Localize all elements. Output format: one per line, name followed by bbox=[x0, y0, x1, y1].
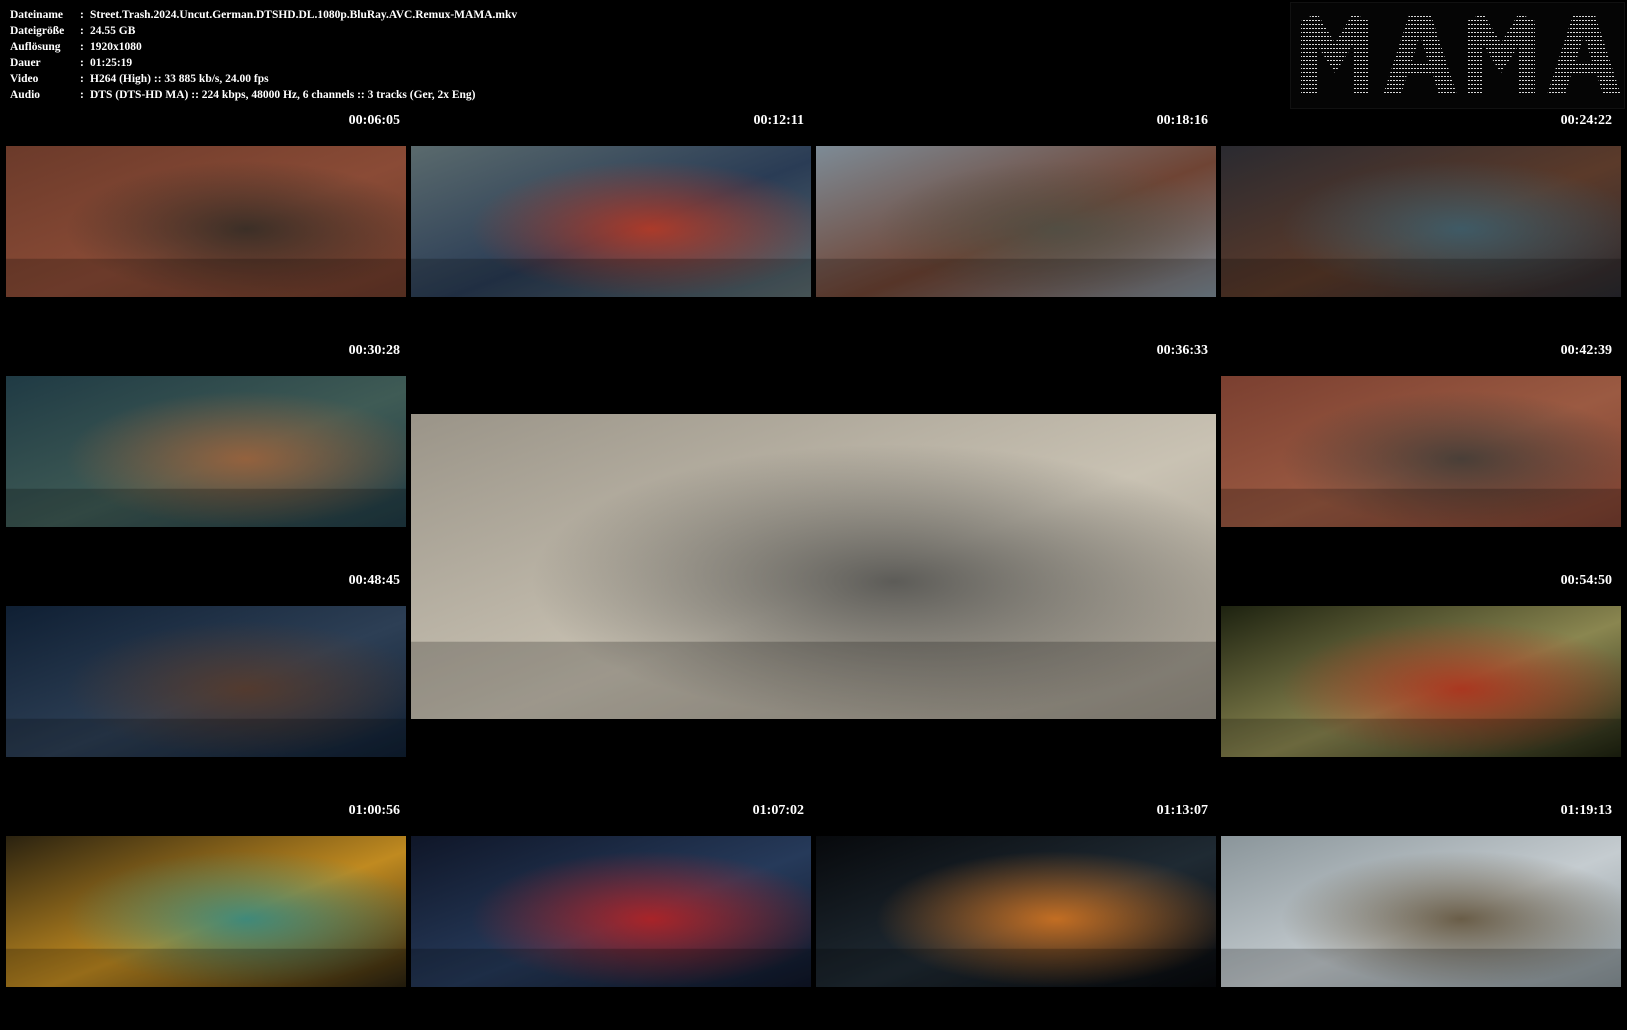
frame-image bbox=[1221, 376, 1621, 527]
frame-image bbox=[1221, 606, 1621, 757]
video-frame-thumbnail[interactable] bbox=[1221, 376, 1621, 527]
ascii-logo bbox=[1290, 2, 1625, 109]
file-info-row: Auflösung : 1920x1080 bbox=[10, 39, 517, 55]
logo-letter-shapes bbox=[1301, 13, 1621, 95]
file-info-separator: : bbox=[80, 89, 84, 101]
file-info-separator: : bbox=[80, 57, 84, 69]
timestamp-label: 00:06:05 bbox=[348, 113, 400, 128]
video-frame-thumbnail[interactable] bbox=[6, 606, 406, 757]
timestamp-label: 00:54:50 bbox=[1560, 573, 1612, 588]
file-info-separator: : bbox=[80, 73, 84, 85]
video-frame-thumbnail[interactable] bbox=[411, 836, 811, 987]
file-info-value: 24.55 GB bbox=[90, 25, 136, 37]
file-info-row: Dauer : 01:25:19 bbox=[10, 55, 517, 71]
frame-image bbox=[411, 146, 811, 297]
frame-image bbox=[411, 836, 811, 987]
file-info-value: Street.Trash.2024.Uncut.German.DTSHD.DL.… bbox=[90, 9, 518, 21]
timestamp-label: 00:48:45 bbox=[348, 573, 400, 588]
file-info-row: Video : H264 (High) :: 33 885 kb/s, 24.0… bbox=[10, 71, 517, 87]
frame-image bbox=[6, 146, 406, 297]
timestamp-label: 00:42:39 bbox=[1560, 343, 1612, 358]
file-info-separator: : bbox=[80, 9, 84, 21]
frame-image bbox=[6, 376, 406, 527]
timestamp-label: 00:12:11 bbox=[753, 113, 804, 128]
file-info: Dateiname : Street.Trash.2024.Uncut.Germ… bbox=[10, 7, 517, 103]
file-info-row: Dateigröße : 24.55 GB bbox=[10, 23, 517, 39]
file-info-key: Audio bbox=[10, 89, 41, 101]
frame-image bbox=[6, 836, 406, 987]
file-info-row: Audio : DTS (DTS-HD MA) :: 224 kbps, 480… bbox=[10, 87, 517, 103]
frame-image bbox=[816, 146, 1216, 297]
video-frame-thumbnail[interactable] bbox=[411, 146, 811, 297]
file-info-key: Dateigröße bbox=[10, 25, 65, 37]
video-frame-thumbnail[interactable] bbox=[816, 836, 1216, 987]
timestamp-label: 01:19:13 bbox=[1560, 803, 1612, 818]
video-frame-thumbnail[interactable] bbox=[6, 836, 406, 987]
frame-image bbox=[1221, 836, 1621, 987]
file-info-key: Dateiname bbox=[10, 9, 64, 21]
file-info-value: DTS (DTS-HD MA) :: 224 kbps, 48000 Hz, 6… bbox=[90, 89, 476, 101]
video-frame-thumbnail[interactable] bbox=[1221, 606, 1621, 757]
file-info-key: Video bbox=[10, 73, 39, 85]
video-frame-thumbnail[interactable] bbox=[1221, 146, 1621, 297]
file-info-separator: : bbox=[80, 41, 84, 53]
video-frame-thumbnail-large[interactable] bbox=[411, 414, 1216, 719]
video-frame-thumbnail[interactable] bbox=[1221, 836, 1621, 987]
frame-image bbox=[6, 606, 406, 757]
timestamp-label: 00:36:33 bbox=[1156, 343, 1208, 358]
file-info-value: H264 (High) :: 33 885 kb/s, 24.00 fps bbox=[90, 73, 269, 85]
frame-image bbox=[816, 836, 1216, 987]
file-info-separator: : bbox=[80, 25, 84, 37]
timestamp-label: 00:30:28 bbox=[348, 343, 400, 358]
frame-image bbox=[1221, 146, 1621, 297]
video-frame-thumbnail[interactable] bbox=[6, 146, 406, 297]
file-info-value: 1920x1080 bbox=[90, 41, 142, 53]
timestamp-label: 00:18:16 bbox=[1156, 113, 1208, 128]
timestamp-label: 01:07:02 bbox=[752, 803, 804, 818]
file-info-value: 01:25:19 bbox=[90, 57, 133, 69]
video-frame-thumbnail[interactable] bbox=[816, 146, 1216, 297]
frame-image bbox=[411, 414, 1216, 719]
video-frame-thumbnail[interactable] bbox=[6, 376, 406, 527]
file-info-key: Dauer bbox=[10, 57, 41, 69]
file-info-row: Dateiname : Street.Trash.2024.Uncut.Germ… bbox=[10, 7, 517, 23]
file-info-key: Auflösung bbox=[10, 41, 61, 53]
timestamp-label: 01:13:07 bbox=[1156, 803, 1208, 818]
timestamp-label: 01:00:56 bbox=[348, 803, 400, 818]
timestamp-label: 00:24:22 bbox=[1560, 113, 1612, 128]
ascii-logo-art bbox=[1301, 13, 1621, 95]
